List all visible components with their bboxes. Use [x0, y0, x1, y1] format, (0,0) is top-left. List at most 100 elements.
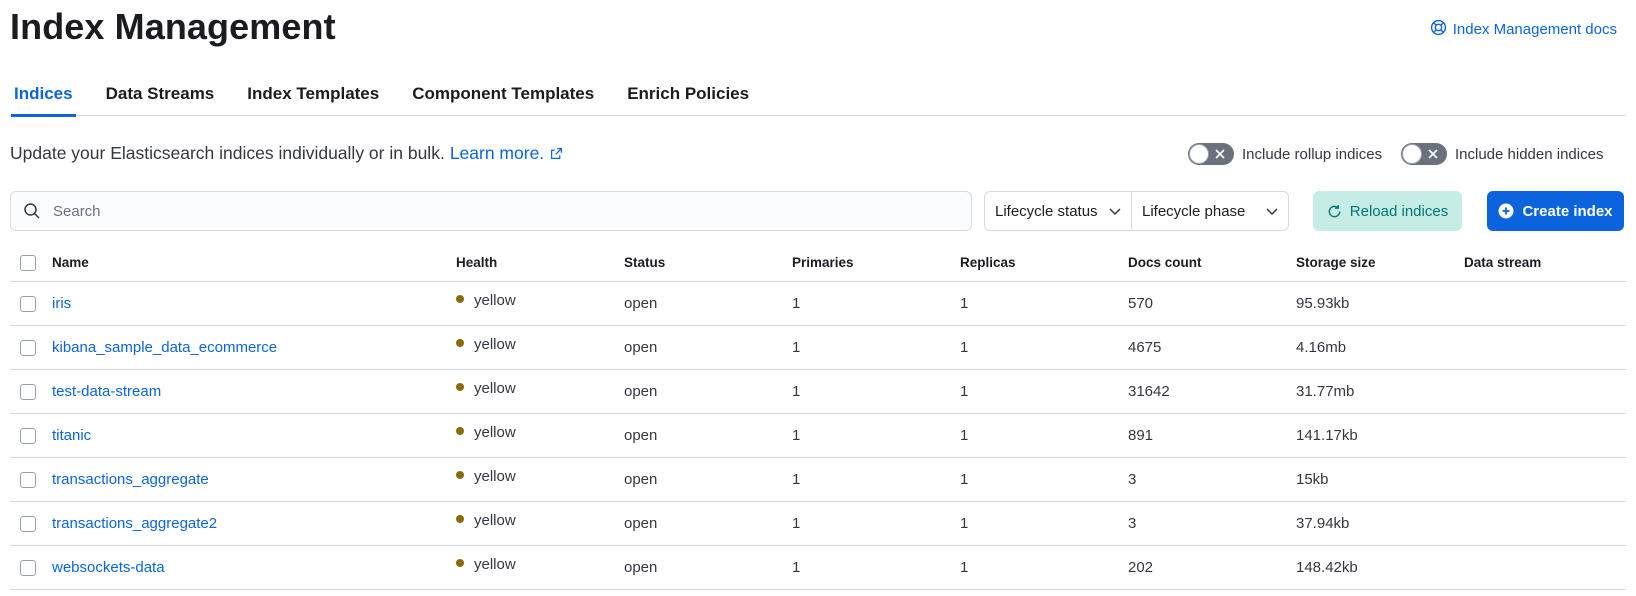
plus-circle-icon — [1498, 203, 1514, 219]
status-value: open — [624, 339, 658, 356]
docs-count-value: 202 — [1128, 559, 1154, 576]
status-value: open — [624, 383, 658, 400]
table-row: transactions_aggregate yellow open 1 1 3 15kb — [10, 458, 1626, 502]
reload-indices-button[interactable]: Reload indices — [1313, 191, 1462, 231]
status-value: open — [624, 427, 658, 444]
row-select-cell — [20, 546, 36, 589]
status-value: open — [624, 295, 658, 312]
table-row: titanic yellow open 1 1 891 141.17kb — [10, 414, 1626, 458]
hidden-toggle-group: Include hidden indices — [1401, 143, 1603, 165]
switch-knob — [1402, 144, 1422, 164]
replicas-value: 1 — [960, 427, 969, 444]
table-row: websockets-data yellow open 1 1 202 148.42kb — [10, 546, 1626, 590]
row-select-cell — [20, 370, 36, 413]
docs-count-value: 31642 — [1128, 383, 1170, 400]
rollup-indices-label: Include rollup indices — [1242, 145, 1383, 163]
replicas-value: 1 — [960, 471, 969, 488]
table-body: iris yellow open 1 1 570 95.93kb kibana_sample_… — [10, 282, 1626, 590]
create-label: Create index — [1522, 202, 1613, 220]
row-checkbox[interactable] — [20, 427, 36, 444]
index-name-link[interactable]: test-data-stream — [52, 370, 161, 413]
storage-size-value: 148.42kb — [1296, 559, 1358, 576]
index-name-link[interactable]: titanic — [52, 414, 91, 457]
storage-size-value: 4.16mb — [1296, 339, 1347, 356]
reload-label: Reload indices — [1349, 202, 1449, 220]
hidden-indices-label: Include hidden indices — [1455, 145, 1604, 163]
health-cell: yellow — [456, 326, 516, 369]
column-header-data-stream[interactable]: Data stream — [1464, 244, 1541, 281]
tab-indices[interactable]: Indices — [11, 80, 76, 117]
health-value: yellow — [474, 512, 516, 529]
chevron-down-icon — [1266, 208, 1278, 216]
row-select-cell — [20, 502, 36, 545]
column-header-status[interactable]: Status — [624, 244, 665, 281]
health-value: yellow — [474, 556, 516, 573]
health-cell: yellow — [456, 370, 516, 413]
hidden-indices-switch[interactable] — [1401, 143, 1447, 165]
column-header-docs-count[interactable]: Docs count — [1128, 244, 1202, 281]
rollup-indices-switch[interactable] — [1188, 143, 1234, 165]
storage-size-value: 37.94kb — [1296, 515, 1350, 532]
row-checkbox[interactable] — [20, 295, 36, 312]
search-input[interactable] — [53, 202, 933, 220]
lifecycle-phase-filter[interactable]: Lifecycle phase — [1131, 192, 1288, 230]
select-all-checkbox[interactable] — [20, 254, 36, 271]
row-select-cell — [20, 414, 36, 457]
page-description: Update your Elasticsearch indices indivi… — [10, 143, 563, 164]
column-header-name[interactable]: Name — [52, 244, 89, 281]
health-value: yellow — [474, 468, 516, 485]
docs-count-value: 3 — [1128, 515, 1137, 532]
row-checkbox[interactable] — [20, 559, 36, 576]
docs-link[interactable]: Index Management docs — [1430, 19, 1617, 40]
tab-component-templates[interactable]: Component Templates — [412, 80, 594, 116]
index-name-link[interactable]: transactions_aggregate — [52, 458, 209, 501]
index-name-link[interactable]: iris — [52, 282, 71, 325]
search-bar — [10, 191, 972, 231]
primaries-value: 1 — [792, 383, 801, 400]
index-name-link[interactable]: transactions_aggregate2 — [52, 502, 217, 545]
chevron-down-icon — [1109, 208, 1121, 216]
primaries-value: 1 — [792, 427, 801, 444]
row-select-cell — [20, 282, 36, 325]
health-dot-icon — [456, 382, 464, 391]
health-cell: yellow — [456, 546, 516, 589]
tab-data-streams[interactable]: Data Streams — [106, 80, 215, 116]
row-select-cell — [20, 326, 36, 369]
health-dot-icon — [456, 470, 464, 479]
create-index-button[interactable]: Create index — [1487, 191, 1624, 231]
lifecycle-status-filter[interactable]: Lifecycle status — [985, 192, 1131, 230]
tab-bar: Indices Data Streams Index Templates Com… — [10, 80, 1626, 117]
docs-count-value: 891 — [1128, 427, 1154, 444]
tab-enrich-policies[interactable]: Enrich Policies — [627, 80, 749, 116]
row-checkbox[interactable] — [20, 515, 36, 532]
tab-index-templates[interactable]: Index Templates — [247, 80, 379, 116]
rollup-toggle-group: Include rollup indices — [1188, 143, 1382, 165]
search-icon — [24, 203, 40, 219]
index-name-link[interactable]: websockets-data — [52, 546, 165, 589]
column-header-health[interactable]: Health — [456, 244, 497, 281]
table-row: test-data-stream yellow open 1 1 31642 31.77mb — [10, 370, 1626, 414]
docs-count-value: 570 — [1128, 295, 1154, 312]
index-name-link[interactable]: kibana_sample_data_ecommerce — [52, 326, 277, 369]
column-header-primaries[interactable]: Primaries — [792, 244, 854, 281]
health-value: yellow — [474, 424, 516, 441]
status-value: open — [624, 559, 658, 576]
storage-size-value: 141.17kb — [1296, 427, 1358, 444]
replicas-value: 1 — [960, 339, 969, 356]
row-checkbox[interactable] — [20, 383, 36, 400]
status-value: open — [624, 471, 658, 488]
health-cell: yellow — [456, 414, 516, 457]
health-dot-icon — [456, 426, 464, 435]
cross-icon — [1215, 149, 1225, 159]
table-row: kibana_sample_data_ecommerce yellow open 1 1… — [10, 326, 1626, 370]
health-cell: yellow — [456, 502, 516, 545]
switch-knob — [1189, 144, 1209, 164]
column-header-storage-size[interactable]: Storage size — [1296, 244, 1376, 281]
docs-count-value: 4675 — [1128, 339, 1162, 356]
storage-size-value: 31.77mb — [1296, 383, 1355, 400]
learn-more-link[interactable]: Learn more. — [450, 143, 544, 164]
column-header-replicas[interactable]: Replicas — [960, 244, 1016, 281]
row-checkbox[interactable] — [20, 471, 36, 488]
row-checkbox[interactable] — [20, 339, 36, 356]
select-all-cell — [20, 244, 36, 281]
